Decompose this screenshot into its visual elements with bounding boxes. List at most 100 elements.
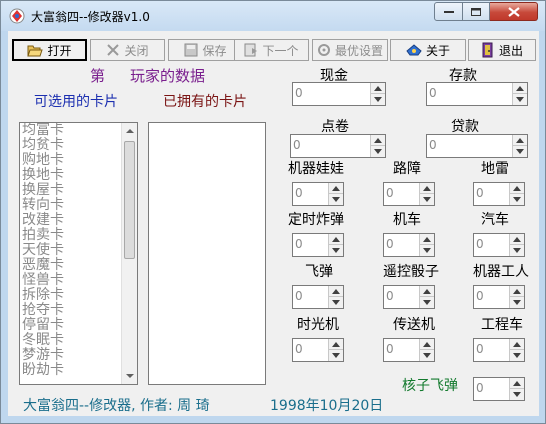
spin-up-button[interactable] xyxy=(420,183,434,194)
spin-up-button[interactable] xyxy=(510,286,524,297)
open-button[interactable]: 打开 xyxy=(12,39,87,61)
coupon-spinner[interactable] xyxy=(370,135,385,157)
scroll-thumb[interactable] xyxy=(124,141,135,259)
item-count-input[interactable]: 0 xyxy=(292,182,344,206)
card-list-item[interactable]: 抢夺卡 xyxy=(20,303,137,318)
spin-down-button[interactable] xyxy=(329,350,343,361)
spin-down-button[interactable] xyxy=(329,297,343,308)
deposit-spinner[interactable] xyxy=(512,83,527,105)
window-close-button[interactable] xyxy=(490,2,538,21)
exit-button[interactable]: 退出 xyxy=(468,39,536,61)
card-list-item[interactable]: 盼劫卡 xyxy=(20,363,137,378)
item-count-input[interactable]: 0 xyxy=(292,233,344,257)
item-count-input[interactable]: 0 xyxy=(383,285,435,309)
minimize-button[interactable] xyxy=(434,2,463,21)
spin-up-button[interactable] xyxy=(510,183,524,194)
card-list-item[interactable]: 冬眠卡 xyxy=(20,333,137,348)
spin-down-button[interactable] xyxy=(513,146,527,157)
item-spinner[interactable] xyxy=(509,339,524,361)
item-spinner[interactable] xyxy=(328,234,343,256)
item-spinner[interactable] xyxy=(328,286,343,308)
spin-up-button[interactable] xyxy=(329,286,343,297)
spin-down-button[interactable] xyxy=(420,350,434,361)
spin-up-button[interactable] xyxy=(420,234,434,245)
card-list-item[interactable]: 换屋卡 xyxy=(20,183,137,198)
about-button[interactable]: 关于 xyxy=(390,39,466,61)
item-spinner[interactable] xyxy=(328,183,343,205)
spin-up-button[interactable] xyxy=(420,339,434,350)
spin-up-button[interactable] xyxy=(513,83,527,94)
available-card-list[interactable]: 均富卡 均贫卡 购地卡 换地卡 换屋卡 转向卡 改建卡 拍卖卡 天使卡 恶魔卡 怪兽卡 拆除卡 抢夺卡停… xyxy=(19,122,138,385)
maximize-button[interactable] xyxy=(463,2,490,21)
spin-down-button[interactable] xyxy=(420,245,434,256)
owned-card-list[interactable] xyxy=(148,122,266,385)
spin-down-button[interactable] xyxy=(510,350,524,361)
card-list-item[interactable]: 均富卡 xyxy=(20,123,137,138)
cash-spinner[interactable] xyxy=(370,83,385,105)
loan-input[interactable]: 0 xyxy=(426,134,528,158)
spin-up-button[interactable] xyxy=(510,234,524,245)
item-spinner[interactable] xyxy=(419,339,434,361)
card-list-scrollbar[interactable] xyxy=(121,123,137,384)
card-list-item[interactable]: 梦游卡 xyxy=(20,348,137,363)
spin-down-button[interactable] xyxy=(510,245,524,256)
spin-up-button[interactable] xyxy=(329,339,343,350)
item-count-input[interactable]: 0 xyxy=(473,338,525,362)
item-spinner[interactable] xyxy=(509,286,524,308)
item-spinner[interactable] xyxy=(328,339,343,361)
item-count-input[interactable]: 0 xyxy=(383,338,435,362)
scroll-up-icon[interactable] xyxy=(123,124,137,138)
spin-down-button[interactable] xyxy=(513,94,527,105)
item-count-input[interactable]: 0 xyxy=(473,182,525,206)
item-spinner[interactable] xyxy=(509,234,524,256)
coupon-input[interactable]: 0 xyxy=(290,134,386,158)
spin-up-button[interactable] xyxy=(513,135,527,146)
optimize-button[interactable]: 最优设置 xyxy=(312,39,388,61)
spin-up-button[interactable] xyxy=(420,286,434,297)
card-list-item[interactable]: 购地卡 xyxy=(20,153,137,168)
spin-up-button[interactable] xyxy=(510,378,524,389)
spin-up-button[interactable] xyxy=(510,339,524,350)
card-list-item[interactable]: 拆除卡 xyxy=(20,288,137,303)
spin-up-button[interactable] xyxy=(371,135,385,146)
item-count-input[interactable]: 0 xyxy=(473,377,525,401)
item-spinner[interactable] xyxy=(419,286,434,308)
loan-spinner[interactable] xyxy=(512,135,527,157)
item-spinner[interactable] xyxy=(509,183,524,205)
spin-up-button[interactable] xyxy=(371,83,385,94)
card-list-item[interactable]: 怪兽卡 xyxy=(20,273,137,288)
spin-down-button[interactable] xyxy=(371,94,385,105)
card-list-item[interactable]: 天使卡 xyxy=(20,243,137,258)
item-count-input[interactable]: 0 xyxy=(473,233,525,257)
card-list-item[interactable]: 转向卡 xyxy=(20,198,137,213)
spin-down-button[interactable] xyxy=(510,194,524,205)
item-count-input[interactable]: 0 xyxy=(292,285,344,309)
card-list-item[interactable]: 换地卡 xyxy=(20,168,137,183)
card-list-item[interactable]: 恶魔卡 xyxy=(20,258,137,273)
next-button[interactable]: 下一个 xyxy=(234,39,309,61)
deposit-input[interactable]: 0 xyxy=(426,82,528,106)
card-list-item[interactable]: 均贫卡 xyxy=(20,138,137,153)
item-count-input[interactable]: 0 xyxy=(383,182,435,206)
item-spinner[interactable] xyxy=(419,234,434,256)
spin-down-button[interactable] xyxy=(510,297,524,308)
title-bar[interactable]: 大富翁四--修改器v1.0 xyxy=(1,1,545,31)
spin-down-button[interactable] xyxy=(420,194,434,205)
scroll-down-icon[interactable] xyxy=(123,369,137,383)
spin-down-button[interactable] xyxy=(510,389,524,400)
card-list-item[interactable]: 改建卡 xyxy=(20,213,137,228)
item-count-input[interactable]: 0 xyxy=(292,338,344,362)
spin-down-button[interactable] xyxy=(371,146,385,157)
item-count-input[interactable]: 0 xyxy=(473,285,525,309)
cash-input[interactable]: 0 xyxy=(292,82,386,106)
close-file-button[interactable]: 关闭 xyxy=(90,39,165,61)
spin-down-button[interactable] xyxy=(420,297,434,308)
spin-down-button[interactable] xyxy=(329,194,343,205)
spin-down-button[interactable] xyxy=(329,245,343,256)
card-list-item[interactable]: 拍卖卡 xyxy=(20,228,137,243)
spin-up-button[interactable] xyxy=(329,234,343,245)
item-spinner[interactable] xyxy=(419,183,434,205)
save-button[interactable]: 保存 xyxy=(168,39,243,61)
card-list-item[interactable]: 停留卡 xyxy=(20,318,137,333)
spin-up-button[interactable] xyxy=(329,183,343,194)
